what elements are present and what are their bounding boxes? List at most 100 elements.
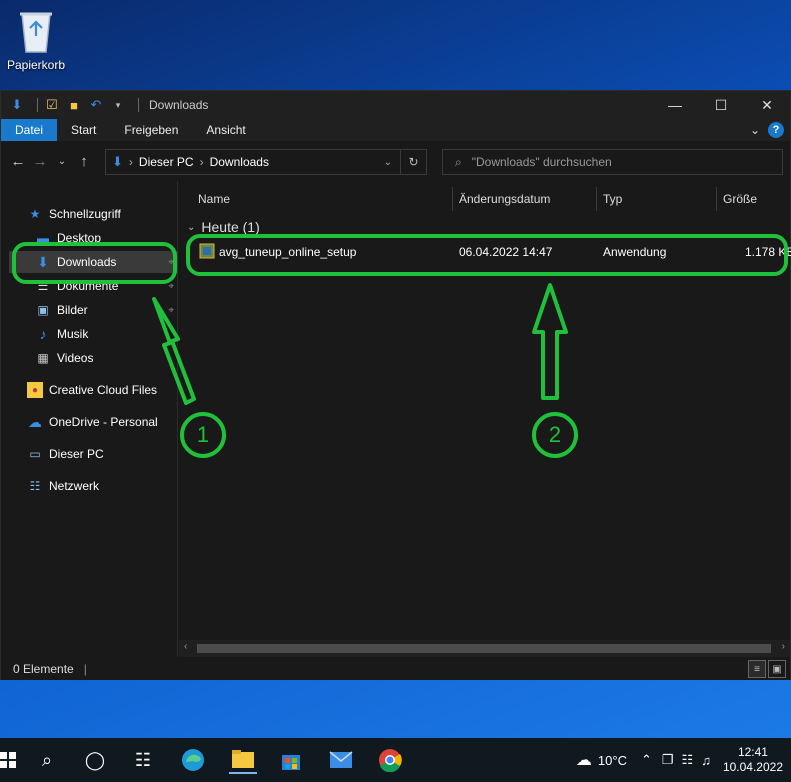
breadcrumb-dieser-pc[interactable]: Dieser PC xyxy=(139,155,194,169)
mail-icon[interactable] xyxy=(327,746,355,774)
quick-access-dropdown-icon[interactable]: ▾ xyxy=(110,97,126,113)
search-icon[interactable]: ⌕ xyxy=(33,746,61,774)
column-header-size[interactable]: Größe xyxy=(723,187,757,211)
divider xyxy=(37,98,38,112)
system-tray: ☁ 10°C ⌃ ❐ ☷ ♫ 12:41 10.04.2022 xyxy=(576,738,791,782)
document-icon: ☰ xyxy=(37,279,49,293)
task-view-icon[interactable]: ☷ xyxy=(129,746,157,774)
column-divider[interactable] xyxy=(452,187,453,211)
file-row[interactable]: avg_tuneup_online_setup 06.04.2022 14:47… xyxy=(189,237,791,267)
status-bar: 0 Elemente | ≡ ▣ xyxy=(1,657,790,680)
nav-item-onedrive[interactable]: ☁ OneDrive - Personal xyxy=(27,411,158,433)
refresh-button[interactable]: ↻ xyxy=(400,150,426,174)
divider xyxy=(138,98,139,112)
pin-icon[interactable]: ⌖ xyxy=(168,257,174,268)
details-view-button[interactable]: ≡ xyxy=(748,660,766,678)
column-header-type[interactable]: Typ xyxy=(603,187,622,211)
volume-icon[interactable]: ♫ xyxy=(701,753,711,768)
forward-button[interactable]: → xyxy=(29,149,51,173)
scroll-right-icon[interactable]: › xyxy=(782,641,785,652)
network-icon[interactable]: ☷ xyxy=(682,752,694,768)
minimize-button[interactable]: — xyxy=(652,91,698,119)
nav-label: OneDrive - Personal xyxy=(49,415,158,429)
search-input[interactable]: ⌕ "Downloads" durchsuchen xyxy=(442,149,783,175)
download-arrow-icon: ⬇ xyxy=(11,97,23,112)
recent-locations-button[interactable]: ⌄ xyxy=(51,149,73,173)
tab-ansicht[interactable]: Ansicht xyxy=(192,119,259,141)
nav-item-dokumente[interactable]: ☰ Dokumente ⌖ xyxy=(35,275,178,297)
scroll-left-icon[interactable]: ‹ xyxy=(184,641,187,652)
column-divider[interactable] xyxy=(716,187,717,211)
nav-item-creative-cloud[interactable]: ● Creative Cloud Files xyxy=(27,379,157,401)
temperature[interactable]: 10°C xyxy=(598,753,627,768)
horizontal-scrollbar[interactable]: ‹ › xyxy=(179,640,790,657)
breadcrumb-downloads[interactable]: Downloads xyxy=(210,155,269,169)
window-title: Downloads xyxy=(149,98,209,112)
nav-label: Netzwerk xyxy=(49,479,100,493)
clock[interactable]: 12:41 10.04.2022 xyxy=(723,745,783,775)
navigation-pane: ★ Schnellzugriff ▬ Desktop ⬇ Downloads ⌖… xyxy=(1,181,178,657)
nav-label: Dieser PC xyxy=(49,447,104,461)
nav-item-dieser-pc[interactable]: ▭ Dieser PC xyxy=(27,443,104,465)
nav-label: Dokumente xyxy=(57,279,119,293)
download-arrow-icon: ⬇ xyxy=(112,154,123,169)
nav-item-downloads[interactable]: ⬇ Downloads ⌖ xyxy=(9,251,178,273)
help-icon[interactable]: ? xyxy=(768,122,784,138)
desktop-icon: ▬ xyxy=(37,231,49,245)
store-icon[interactable] xyxy=(277,746,305,774)
address-row: ← → ⌄ ↑ ⬇ › Dieser PC › Downloads ⌄ ↻ ⌕ … xyxy=(1,141,790,181)
nav-item-schnellzugriff[interactable]: ★ Schnellzugriff xyxy=(27,203,121,225)
scrollbar-thumb[interactable] xyxy=(197,644,771,653)
network-icon: ☷ xyxy=(29,479,41,493)
nav-label: Videos xyxy=(57,351,94,365)
installer-file-icon xyxy=(199,243,215,262)
download-arrow-icon: ⬇ xyxy=(37,253,49,270)
nav-item-musik[interactable]: ♪ Musik xyxy=(35,323,89,345)
undo-icon[interactable]: ↶ xyxy=(88,97,104,113)
nav-label: Downloads xyxy=(57,255,117,269)
recycle-bin-label: Papierkorb xyxy=(6,58,66,72)
nav-item-bilder[interactable]: ▣ Bilder ⌖ xyxy=(35,299,178,321)
explorer-window: ⬇ ☑ ■ ↶ ▾ Downloads — ☐ ✕ Datei Start Fr… xyxy=(0,90,791,680)
column-header-date[interactable]: Änderungsdatum xyxy=(459,187,550,211)
edge-browser-icon[interactable] xyxy=(179,746,207,774)
group-header[interactable]: ⌄ Heute (1) xyxy=(187,219,260,235)
close-button[interactable]: ✕ xyxy=(744,91,790,119)
tab-freigeben[interactable]: Freigeben xyxy=(110,119,192,141)
properties-icon[interactable]: ☑ xyxy=(44,97,60,113)
large-icons-view-button[interactable]: ▣ xyxy=(768,660,786,678)
cortana-icon[interactable]: ◯ xyxy=(81,746,109,774)
music-note-icon: ♪ xyxy=(39,326,47,342)
file-explorer-icon[interactable] xyxy=(229,746,257,774)
nav-label: Desktop xyxy=(57,231,102,245)
recycle-bin-icon xyxy=(16,8,56,54)
column-header-name[interactable]: Name xyxy=(198,187,230,211)
nav-label: Bilder xyxy=(57,303,88,317)
pin-icon[interactable]: ⌖ xyxy=(168,305,174,316)
chevron-down-icon[interactable]: ⌄ xyxy=(384,157,392,168)
back-button[interactable]: ← xyxy=(7,149,29,173)
new-folder-icon[interactable]: ■ xyxy=(66,97,82,113)
nav-item-videos[interactable]: ▦ Videos xyxy=(35,347,93,369)
nav-item-desktop[interactable]: ▬ Desktop xyxy=(35,227,178,249)
nav-label: Musik xyxy=(57,327,89,341)
recycle-bin-desktop-icon[interactable]: Papierkorb xyxy=(4,8,68,72)
weather-icon[interactable]: ☁ xyxy=(576,750,592,770)
address-bar[interactable]: ⬇ › Dieser PC › Downloads ⌄ ↻ xyxy=(105,149,427,175)
maximize-button[interactable]: ☐ xyxy=(698,91,744,119)
tab-datei[interactable]: Datei xyxy=(1,119,58,141)
start-button-icon[interactable] xyxy=(0,746,22,774)
pin-icon[interactable]: ⌖ xyxy=(168,281,174,292)
column-divider[interactable] xyxy=(596,187,597,211)
up-button[interactable]: ↑ xyxy=(73,149,95,173)
meet-now-icon[interactable]: ❐ xyxy=(662,752,674,768)
tab-start[interactable]: Start xyxy=(57,119,110,141)
nav-item-netzwerk[interactable]: ☷ Netzwerk xyxy=(27,475,99,497)
taskbar: ⌕ ◯ ☷ ☁ 10°C ⌃ ❐ ☷ ♫ 12:41 10.04.2022 xyxy=(0,738,791,782)
chrome-icon[interactable] xyxy=(376,746,404,774)
nav-label: Creative Cloud Files xyxy=(49,383,158,397)
divider: | xyxy=(83,661,87,676)
nav-label: Schnellzugriff xyxy=(49,207,121,221)
expand-ribbon-icon[interactable]: ⌄ xyxy=(750,123,760,137)
chevron-up-icon[interactable]: ⌃ xyxy=(641,752,652,768)
